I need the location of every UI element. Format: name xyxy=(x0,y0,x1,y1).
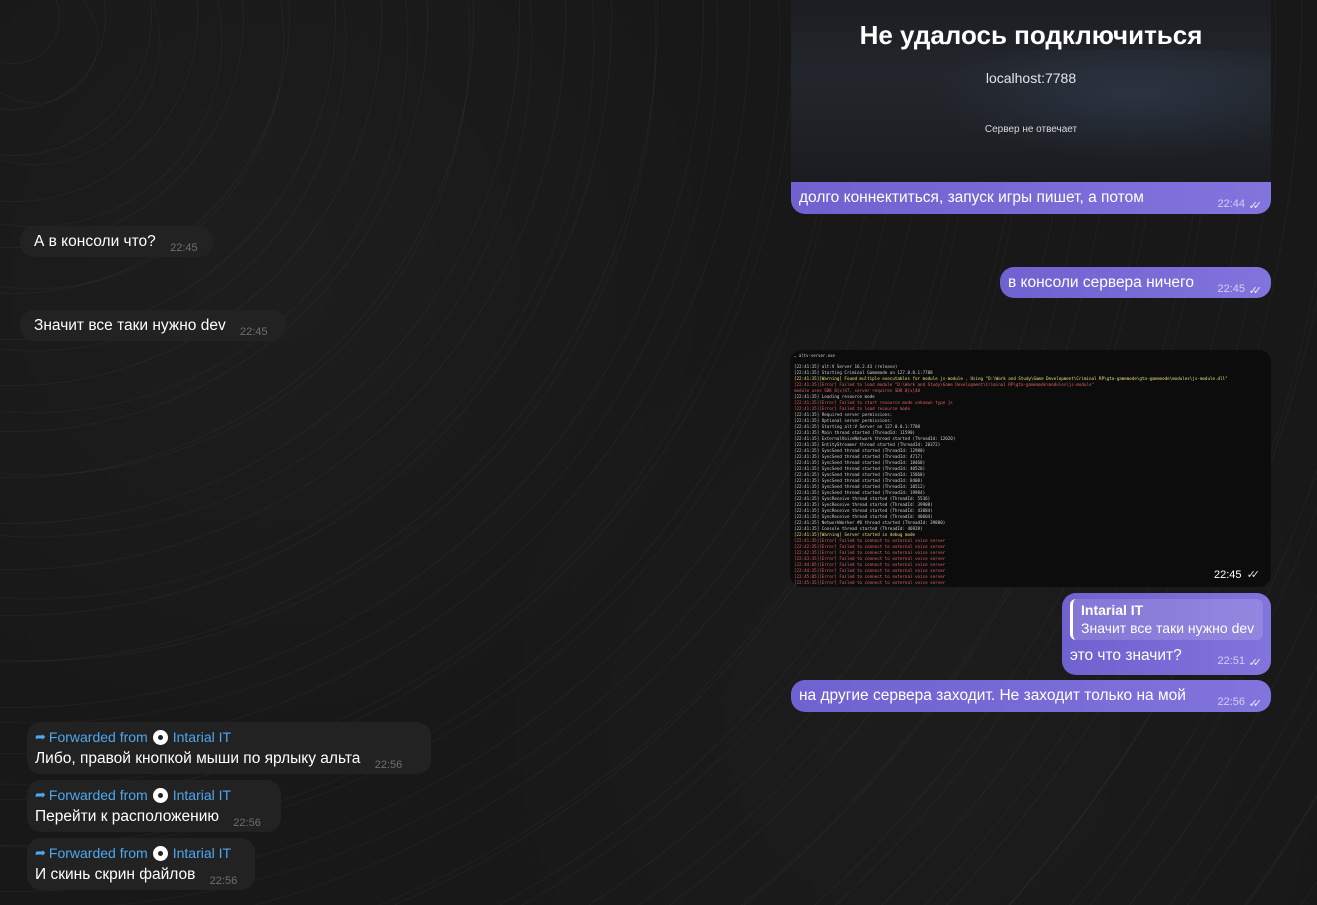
forwarded-from-name[interactable]: Intarial IT xyxy=(173,843,231,863)
console-time-text: 22:45 xyxy=(1213,569,1242,581)
forwarded-label: Forwarded from xyxy=(48,729,148,745)
outgoing-message[interactable]: на другие сервера заходит. Не заходит то… xyxy=(791,680,1271,712)
message-text: долго коннектиться, запуск игры пишет, а… xyxy=(799,189,1144,206)
forward-arrow-icon: ➦ xyxy=(35,845,46,860)
message-text: Значит все таки нужно dev xyxy=(34,317,226,334)
incoming-message[interactable]: Значит все таки нужно dev 22:45 xyxy=(20,310,286,341)
read-checks-icon: ✓✓ xyxy=(1248,657,1263,669)
message-time: 22:45 xyxy=(1217,283,1245,295)
reply-quote-text: Значит все таки нужно dev xyxy=(1081,620,1255,636)
incoming-message[interactable]: А в консоли что? 22:45 xyxy=(20,226,213,257)
console-screenshot-image[interactable]: ⌄ altv-server.exe [22:41:35] alt:V Serve… xyxy=(790,350,1271,587)
reply-quote[interactable]: Intarial IT Значит все таки нужно dev xyxy=(1070,599,1263,640)
error-title: Не удалось подключиться xyxy=(859,20,1203,50)
avatar xyxy=(152,845,168,861)
message-time: 22:51 xyxy=(1217,655,1245,667)
error-screenshot-image[interactable]: Не удалось подключиться localhost:7788 С… xyxy=(791,0,1271,182)
avatar xyxy=(152,729,168,745)
message-time: 22:44 xyxy=(1217,198,1245,210)
message-time: 22:45 xyxy=(240,326,268,338)
error-subtitle: Сервер не отвечает xyxy=(984,124,1078,135)
outgoing-message[interactable]: в консоли сервера ничего 22:45 ✓✓ xyxy=(1000,267,1271,298)
message-time: 22:45 ✓✓ xyxy=(1213,568,1261,581)
message-text: Перейти к расположению xyxy=(35,808,219,825)
forwarded-header[interactable]: ➦ Forwarded from Intarial IT xyxy=(35,843,247,863)
read-checks-icon: ✓✓ xyxy=(1248,698,1263,710)
read-checks-icon: ✓✓ xyxy=(1248,285,1263,297)
forwarded-header[interactable]: ➦ Forwarded from Intarial IT xyxy=(35,785,273,805)
message-text: на другие сервера заходит. Не заходит то… xyxy=(799,687,1186,704)
avatar xyxy=(152,787,168,803)
read-checks-icon: ✓✓ xyxy=(1248,200,1263,212)
forwarded-from-name[interactable]: Intarial IT xyxy=(173,727,231,747)
message-time: 22:56 xyxy=(209,875,238,887)
console-window-title: ⌄ altv-server.exe xyxy=(794,353,835,358)
forwarded-message[interactable]: ➦ Forwarded from Intarial IT Перейти к р… xyxy=(27,780,281,832)
console-log: [22:41:35] alt:V Server 16.2.43 (release… xyxy=(794,364,1264,586)
message-time: 22:45 xyxy=(170,242,198,254)
forwarded-message[interactable]: ➦ Forwarded from Intarial IT Либо, право… xyxy=(27,722,431,774)
forwarded-from-name[interactable]: Intarial IT xyxy=(173,785,231,805)
forward-arrow-icon: ➦ xyxy=(35,787,46,802)
console-log-line: [22:45:35][Error] Failed to connect to e… xyxy=(794,580,946,585)
message-time: 22:56 xyxy=(1217,696,1245,708)
message-text: И скинь скрин файлов xyxy=(35,866,196,883)
message-text: в консоли сервера ничего xyxy=(1008,274,1194,291)
forwarded-message[interactable]: ➦ Forwarded from Intarial IT И скинь скр… xyxy=(27,838,255,890)
message-time: 22:56 xyxy=(374,759,403,771)
message-text: это что значит? xyxy=(1070,647,1182,664)
message-time: 22:56 xyxy=(233,817,261,829)
outgoing-reply-message[interactable]: Intarial IT Значит все таки нужно dev эт… xyxy=(1062,593,1271,675)
reply-quote-author: Intarial IT xyxy=(1081,602,1144,618)
forwarded-label: Forwarded from xyxy=(48,845,148,861)
message-text: А в консоли что? xyxy=(34,233,156,250)
outgoing-message[interactable]: долго коннектиться, запуск игры пишет, а… xyxy=(791,182,1271,214)
message-text: Либо, правой кнопкой мыши по ярлыку альт… xyxy=(35,750,361,767)
forwarded-label: Forwarded from xyxy=(48,787,148,803)
forwarded-header[interactable]: ➦ Forwarded from Intarial IT xyxy=(35,727,423,747)
read-checks-icon: ✓✓ xyxy=(1246,569,1261,581)
forward-arrow-icon: ➦ xyxy=(35,729,46,744)
error-host: localhost:7788 xyxy=(985,70,1077,86)
